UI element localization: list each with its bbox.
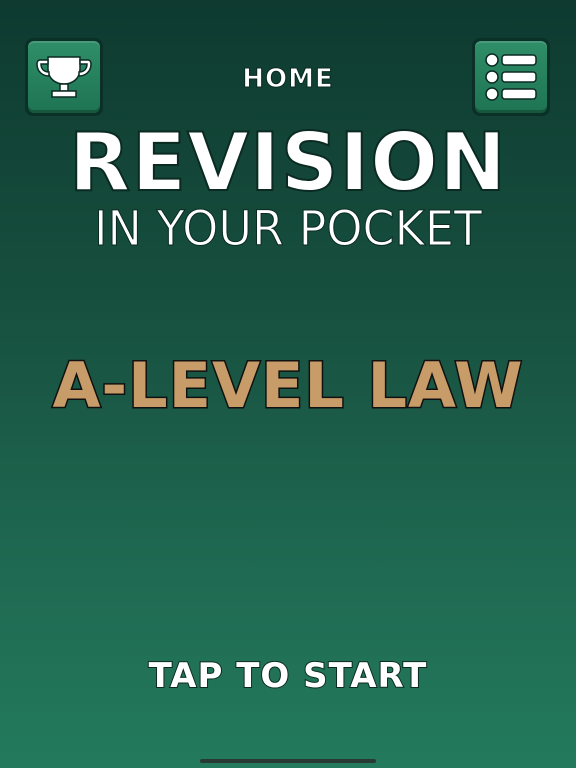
logo-subtitle: IN YOUR POCKET [93,199,483,257]
logo-title: REVISION [68,116,508,209]
home-indicator[interactable] [200,759,376,763]
list-menu-icon [485,53,537,101]
menu-button-face [475,41,547,113]
tap-to-start-button[interactable]: TAP TO START [0,654,576,698]
subject-title: A-LEVEL LAW [51,348,524,424]
menu-button[interactable] [472,38,550,116]
